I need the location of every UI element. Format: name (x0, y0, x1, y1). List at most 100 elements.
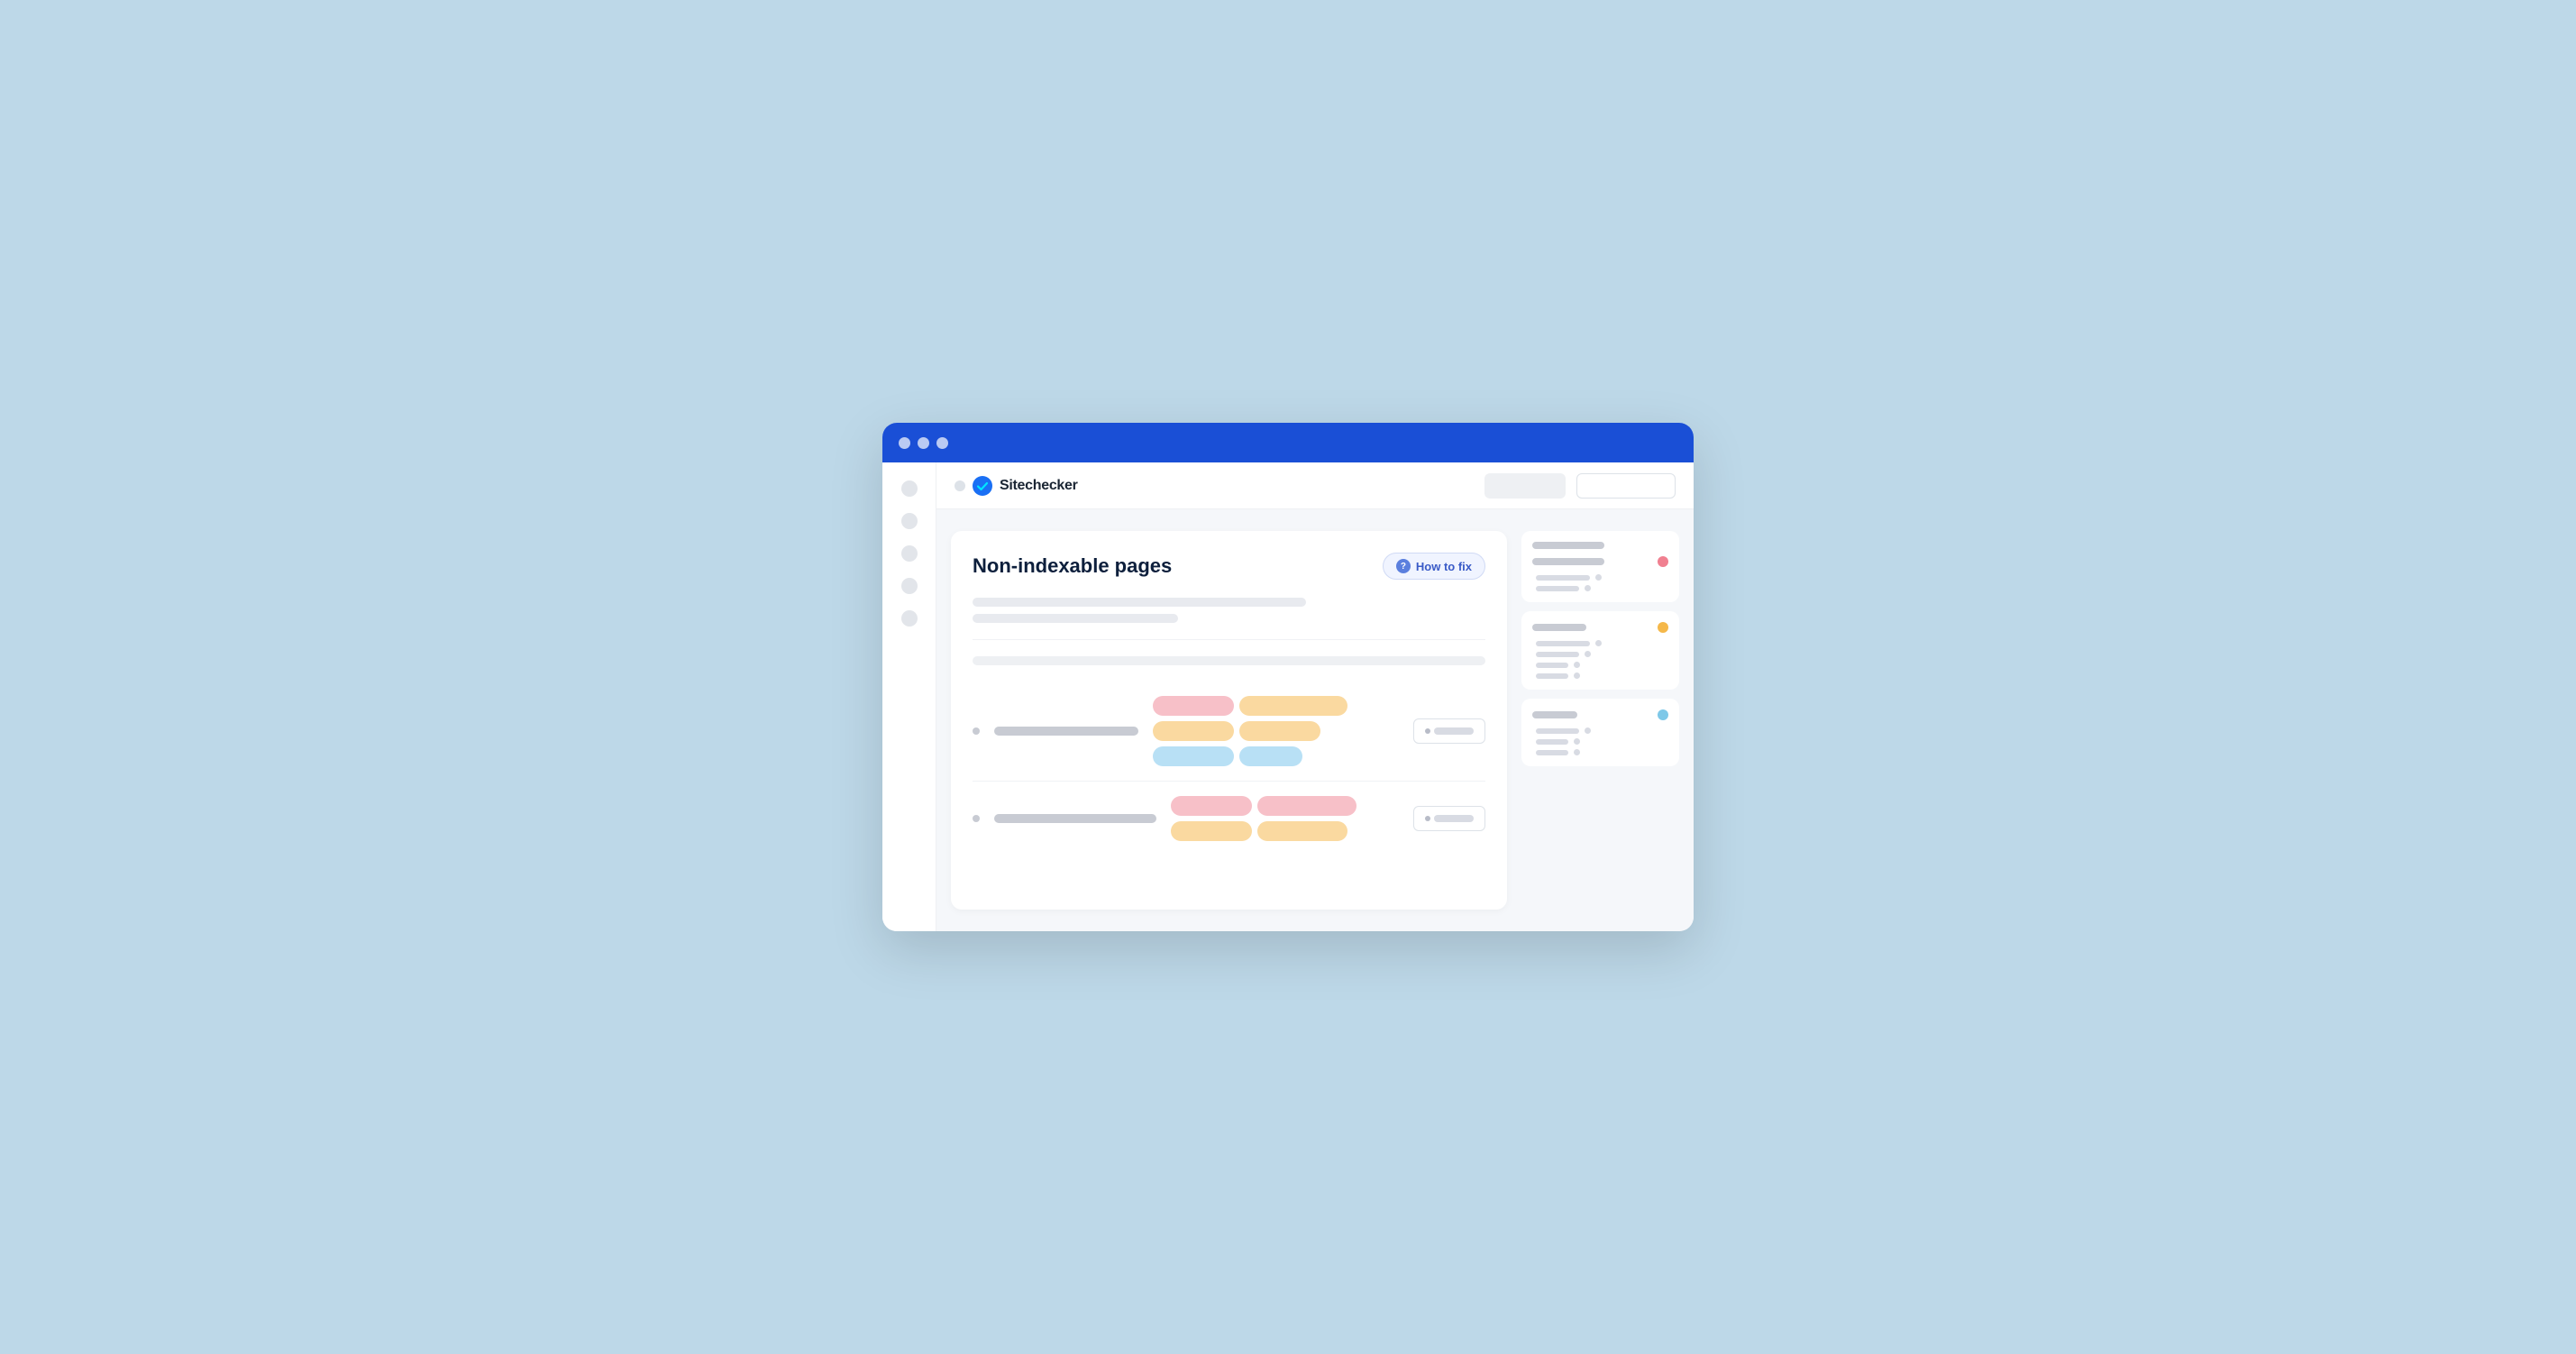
row-indicator (973, 727, 980, 735)
panel-sub-row (1536, 662, 1668, 668)
panel-status-dot-red (1658, 556, 1668, 567)
divider-1 (973, 639, 1485, 640)
tag-orange-3 (1239, 721, 1320, 741)
top-bar-button-1[interactable] (1484, 473, 1566, 499)
panel-sub-bar (1536, 586, 1579, 591)
logo-area: Sitechecker (955, 476, 1474, 496)
panel-section-1 (1521, 531, 1679, 602)
panel-mini-dot (1574, 672, 1580, 679)
card-header: Non-indexable pages ? How to fix (973, 553, 1485, 580)
right-panel (1521, 531, 1679, 910)
browser-titlebar (882, 423, 1694, 462)
sidebar-nav-item-2[interactable] (901, 513, 918, 529)
panel-sub-bar (1536, 673, 1568, 679)
panel-bar (1532, 624, 1586, 631)
action-dot (1425, 728, 1430, 734)
panel-mini-dot (1574, 749, 1580, 755)
panel-sub-bar (1536, 728, 1579, 734)
row-tags (1171, 796, 1399, 841)
panel-bar (1532, 542, 1604, 549)
panel-row (1532, 709, 1668, 720)
panel-sub-row (1536, 574, 1668, 581)
main-card: Non-indexable pages ? How to fix (951, 531, 1507, 910)
how-to-fix-label: How to fix (1416, 560, 1472, 573)
panel-sub-row (1536, 640, 1668, 646)
panel-sub-bar (1536, 641, 1590, 646)
tag-pink-3 (1171, 796, 1252, 816)
panel-sub-row (1536, 585, 1668, 591)
panel-row (1532, 542, 1668, 549)
row-action-button-1[interactable] (1413, 718, 1485, 744)
panel-mini-dot (1574, 662, 1580, 668)
card-title: Non-indexable pages (973, 554, 1172, 578)
row-indicator (973, 815, 980, 822)
content-area: Non-indexable pages ? How to fix (936, 509, 1694, 931)
action-label-bar (1434, 815, 1474, 822)
tag-orange-1 (1239, 696, 1347, 716)
panel-mini-dot (1585, 585, 1591, 591)
panel-sub-row (1536, 727, 1668, 734)
main-area: Sitechecker Non-indexable pages ? How to… (936, 462, 1694, 931)
top-bar: Sitechecker (936, 462, 1694, 509)
traffic-light-maximize[interactable] (936, 437, 948, 449)
tag-blue-1 (1153, 746, 1234, 766)
panel-sub-rows (1532, 574, 1668, 591)
tag-orange-5 (1257, 821, 1347, 841)
panel-row (1532, 556, 1668, 567)
desc-bar-2 (973, 614, 1178, 623)
top-bar-button-2[interactable] (1576, 473, 1676, 499)
logo-circle (955, 480, 965, 491)
panel-bar (1532, 558, 1604, 565)
how-to-fix-button[interactable]: ? How to fix (1383, 553, 1485, 580)
browser-content: Sitechecker Non-indexable pages ? How to… (882, 462, 1694, 931)
desc-bar-1 (973, 598, 1306, 607)
table-row (973, 682, 1485, 782)
action-dot (1425, 816, 1430, 821)
row-action-button-2[interactable] (1413, 806, 1485, 831)
panel-section-2 (1521, 611, 1679, 690)
panel-row (1532, 622, 1668, 633)
panel-sub-rows (1532, 640, 1668, 679)
panel-mini-dot (1585, 727, 1591, 734)
filter-bar (973, 656, 1485, 665)
panel-section-3 (1521, 699, 1679, 766)
tag-pink-1 (1153, 696, 1234, 716)
traffic-light-close[interactable] (899, 437, 910, 449)
row-url (994, 814, 1156, 823)
panel-sub-rows (1532, 727, 1668, 755)
panel-status-dot-blue (1658, 709, 1668, 720)
panel-mini-dot (1585, 651, 1591, 657)
panel-bar (1532, 711, 1577, 718)
logo-text: Sitechecker (1000, 478, 1078, 494)
action-label-bar (1434, 727, 1474, 735)
browser-window: Sitechecker Non-indexable pages ? How to… (882, 423, 1694, 931)
traffic-light-minimize[interactable] (918, 437, 929, 449)
panel-sub-bar (1536, 750, 1568, 755)
panel-sub-bar (1536, 652, 1579, 657)
sidebar (882, 462, 936, 931)
sidebar-nav-item-1[interactable] (901, 480, 918, 497)
panel-mini-dot (1595, 574, 1602, 581)
row-tags (1153, 696, 1399, 766)
panel-sub-row (1536, 651, 1668, 657)
panel-mini-dot (1595, 640, 1602, 646)
panel-sub-bar (1536, 663, 1568, 668)
tag-orange-2 (1153, 721, 1234, 741)
tag-orange-4 (1171, 821, 1252, 841)
panel-status-dot-orange (1658, 622, 1668, 633)
tag-pink-4 (1257, 796, 1357, 816)
panel-sub-row (1536, 738, 1668, 745)
panel-sub-row (1536, 672, 1668, 679)
panel-sub-row (1536, 749, 1668, 755)
panel-sub-bar (1536, 575, 1590, 581)
panel-mini-dot (1574, 738, 1580, 745)
panel-sub-bar (1536, 739, 1568, 745)
question-icon: ? (1396, 559, 1411, 573)
row-url (994, 727, 1138, 736)
logo-icon (973, 476, 992, 496)
sidebar-nav-item-4[interactable] (901, 578, 918, 594)
sidebar-nav-item-5[interactable] (901, 610, 918, 627)
tag-blue-2 (1239, 746, 1302, 766)
sidebar-nav-item-3[interactable] (901, 545, 918, 562)
table-row (973, 782, 1485, 855)
